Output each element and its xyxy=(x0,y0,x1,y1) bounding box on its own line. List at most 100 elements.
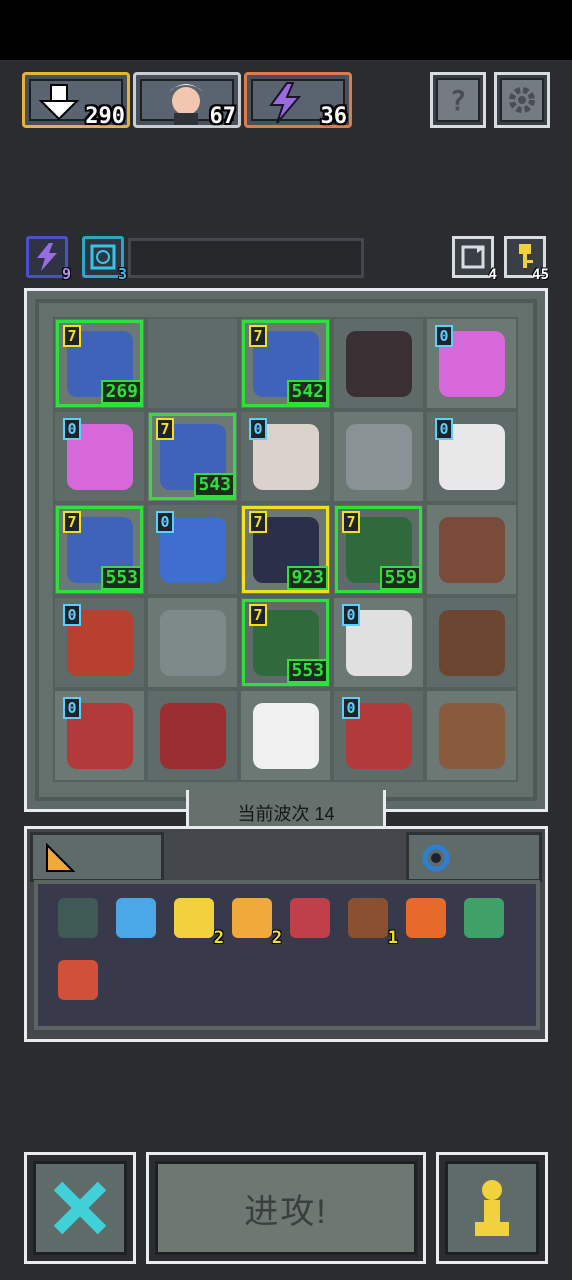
board-cell[interactable]: 0 xyxy=(239,410,332,503)
energy-value: 290 xyxy=(85,104,125,129)
board-cell[interactable]: 7 269 xyxy=(53,317,146,410)
armored-goblin-icon xyxy=(159,609,226,676)
unit-damage-value: 269 xyxy=(101,380,142,404)
unit-level-badge: 0 xyxy=(435,325,453,347)
pawn-icon xyxy=(475,1180,509,1236)
board-cell[interactable] xyxy=(146,596,239,689)
pawn-button[interactable] xyxy=(436,1152,548,1264)
key-button[interactable]: 45 xyxy=(504,236,549,283)
unit-level-badge: 7 xyxy=(249,511,267,533)
item-count: 2 xyxy=(271,928,282,948)
board-cell[interactable]: 0 xyxy=(332,596,425,689)
inventory-item[interactable]: 2 xyxy=(170,894,224,948)
help-button[interactable]: ? xyxy=(430,72,486,128)
inventory-item[interactable] xyxy=(286,894,334,942)
board-cell[interactable] xyxy=(425,503,518,596)
board-cell[interactable]: 7 553 xyxy=(239,596,332,689)
sell-button[interactable] xyxy=(24,1152,136,1264)
inventory-item[interactable]: 2 xyxy=(228,894,282,948)
board-cell[interactable]: 7 542 xyxy=(239,317,332,410)
board-cell[interactable] xyxy=(146,317,239,410)
clock-buff-count: 3 xyxy=(117,265,127,283)
board-cell[interactable]: 7 543 xyxy=(146,410,239,503)
refresh-button[interactable]: 4 xyxy=(452,236,497,283)
inventory-item[interactable] xyxy=(54,894,102,942)
unit-level-badge: 0 xyxy=(249,418,267,440)
board-cell[interactable]: 7 559 xyxy=(332,503,425,596)
unit-damage-value: 542 xyxy=(287,380,328,404)
unit-level-badge: 0 xyxy=(435,418,453,440)
tab-rings[interactable] xyxy=(406,832,542,882)
board-cell[interactable]: 0 xyxy=(53,596,146,689)
tab-items[interactable] xyxy=(30,832,164,882)
settings-button[interactable] xyxy=(494,72,550,128)
board-cell[interactable]: 7 553 xyxy=(53,503,146,596)
inventory-item[interactable] xyxy=(54,956,102,1004)
unit-level-badge: 7 xyxy=(342,511,360,533)
inventory-item[interactable] xyxy=(460,894,508,942)
jade-ring-icon xyxy=(464,898,504,938)
inventory-item[interactable]: 1 xyxy=(344,894,398,948)
key-count: 45 xyxy=(532,267,549,283)
board-cell[interactable] xyxy=(332,410,425,503)
board-cell[interactable]: 7 923 xyxy=(239,503,332,596)
unit-damage-value: 553 xyxy=(101,566,142,590)
feather-icon xyxy=(116,898,156,938)
board-cell[interactable]: 0 xyxy=(332,689,425,782)
board-cell[interactable]: 0 xyxy=(53,689,146,782)
unit-level-badge: 7 xyxy=(156,418,174,440)
flower-dryad-icon xyxy=(438,702,505,769)
unit-level-badge: 0 xyxy=(156,511,174,533)
board-cell[interactable]: 0 xyxy=(425,317,518,410)
down-arrow-icon xyxy=(38,84,80,121)
ring-icon xyxy=(422,844,450,872)
fire-scroll-icon xyxy=(406,898,446,938)
gear-icon xyxy=(509,87,535,113)
board-cell[interactable] xyxy=(239,689,332,782)
white-ghost-icon xyxy=(252,702,319,769)
dark-swordsman-icon xyxy=(345,330,412,397)
bolt-resource[interactable]: 36 xyxy=(244,72,352,129)
board-cell[interactable] xyxy=(332,317,425,410)
lightning-icon xyxy=(269,82,302,124)
board-cell[interactable]: 0 xyxy=(425,410,518,503)
flame-leaf-icon xyxy=(290,898,330,938)
unit-damage-value: 923 xyxy=(287,566,328,590)
bolt-value: 36 xyxy=(320,104,348,129)
question-icon: ? xyxy=(436,78,480,122)
unit-level-badge: 0 xyxy=(63,697,81,719)
inventory-item[interactable] xyxy=(112,894,160,942)
chain-icon xyxy=(232,898,272,938)
unit-damage-value: 559 xyxy=(380,566,421,590)
arrow-icon xyxy=(58,960,98,1000)
stone-golem-icon xyxy=(345,423,412,490)
clock-icon xyxy=(90,244,116,270)
attack-label: 进攻! xyxy=(244,1192,328,1231)
unit-level-badge: 7 xyxy=(63,511,81,533)
energy-resource[interactable]: 290 xyxy=(22,72,130,129)
unit-level-badge: 7 xyxy=(249,325,267,347)
lightning-buff[interactable]: 9 xyxy=(26,236,71,283)
hero-resource[interactable]: 67 xyxy=(133,72,241,129)
hero-value: 67 xyxy=(209,104,237,129)
inventory-grid: 2 2 1 xyxy=(34,880,540,1030)
lightning-buff-count: 9 xyxy=(61,265,71,283)
unit-level-badge: 0 xyxy=(63,604,81,626)
status-bar xyxy=(0,0,572,60)
cross-icon xyxy=(53,1181,107,1235)
attack-button[interactable]: 进攻! xyxy=(146,1152,426,1264)
inventory-item[interactable] xyxy=(402,894,450,942)
brown-beast-icon xyxy=(438,516,505,583)
board-cell[interactable] xyxy=(425,596,518,689)
board-cell[interactable] xyxy=(146,689,239,782)
refresh-icon xyxy=(461,245,485,269)
board-cell[interactable]: 0 xyxy=(146,503,239,596)
unit-grid: 7 269 7 542 0 0 7 543 0 0 7 553 0 7 923 7 559 0 7 553 0 0 0 xyxy=(53,317,518,782)
clock-buff[interactable]: 3 xyxy=(82,236,127,283)
item-count: 1 xyxy=(387,928,398,948)
sparkle-icon xyxy=(174,898,214,938)
buff-bar xyxy=(128,238,364,278)
board-cell[interactable]: 0 xyxy=(53,410,146,503)
board-cell[interactable] xyxy=(425,689,518,782)
totem-icon xyxy=(348,898,388,938)
